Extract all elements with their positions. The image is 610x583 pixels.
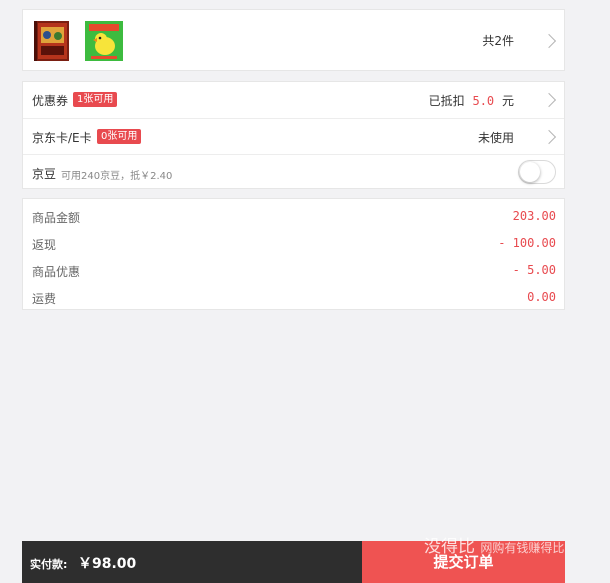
deducted-amount: 5.0	[472, 94, 495, 108]
jingdou-info: 可用240京豆，抵￥2.40	[61, 171, 173, 182]
duck-book-product-thumbnail	[85, 19, 123, 63]
price-value: 0.00	[527, 290, 556, 304]
book-product-thumbnail	[33, 19, 71, 63]
jingdou-toggle[interactable]	[518, 160, 556, 184]
chevron-right-icon[interactable]	[541, 129, 557, 145]
coupon-deducted-value: 已抵扣 5.0 元	[429, 92, 514, 109]
price-summary: 商品金额 203.00 返现 - 100.00 商品优惠 - 5.00 运费 0…	[22, 198, 565, 310]
checkout-bar: 实付款: ￥98.00 提交订单	[22, 541, 565, 583]
coupon-label: 优惠券	[32, 94, 69, 108]
price-row-cashback: 返现 - 100.00	[23, 228, 564, 255]
total-payment: 实付款: ￥98.00	[22, 541, 362, 583]
toggle-knob	[520, 162, 540, 182]
gift-card-status: 未使用	[477, 131, 514, 145]
gift-card-available-badge: 0张可用	[97, 129, 142, 144]
product-list-row[interactable]: 共2件	[22, 9, 565, 71]
gift-card-row[interactable]: 京东卡/E卡 0张可用 未使用	[23, 118, 564, 155]
item-count: 共2件	[482, 34, 514, 48]
price-label: 返现	[32, 238, 57, 252]
chevron-right-icon[interactable]	[541, 33, 557, 49]
price-label: 商品金额	[32, 211, 81, 225]
coupon-available-badge: 1张可用	[73, 92, 118, 107]
pay-amount: ￥98.00	[78, 556, 137, 572]
jingdou-label: 京豆	[32, 167, 57, 181]
chevron-right-icon[interactable]	[541, 92, 557, 108]
price-row-discount: 商品优惠 - 5.00	[23, 255, 564, 282]
price-row-goods: 商品金额 203.00	[23, 201, 564, 228]
price-label: 运费	[32, 292, 57, 306]
price-value: 203.00	[512, 209, 556, 223]
pay-label: 实付款:	[30, 558, 68, 571]
deducted-prefix: 已抵扣	[428, 94, 465, 108]
price-value: - 100.00	[498, 236, 556, 250]
price-label: 商品优惠	[32, 265, 81, 279]
discount-section: 优惠券 1张可用 已抵扣 5.0 元 京东卡/E卡 0张可用 未使用 京豆 可用…	[22, 81, 565, 189]
price-value: - 5.00	[512, 263, 556, 277]
jingdou-row: 京豆 可用240京豆，抵￥2.40	[23, 154, 564, 191]
gift-card-label: 京东卡/E卡	[32, 131, 92, 145]
coupon-row[interactable]: 优惠券 1张可用 已抵扣 5.0 元	[23, 82, 564, 118]
deducted-suffix: 元	[501, 94, 514, 108]
price-row-shipping: 运费 0.00	[23, 282, 564, 309]
submit-order-button[interactable]: 提交订单	[362, 541, 565, 583]
